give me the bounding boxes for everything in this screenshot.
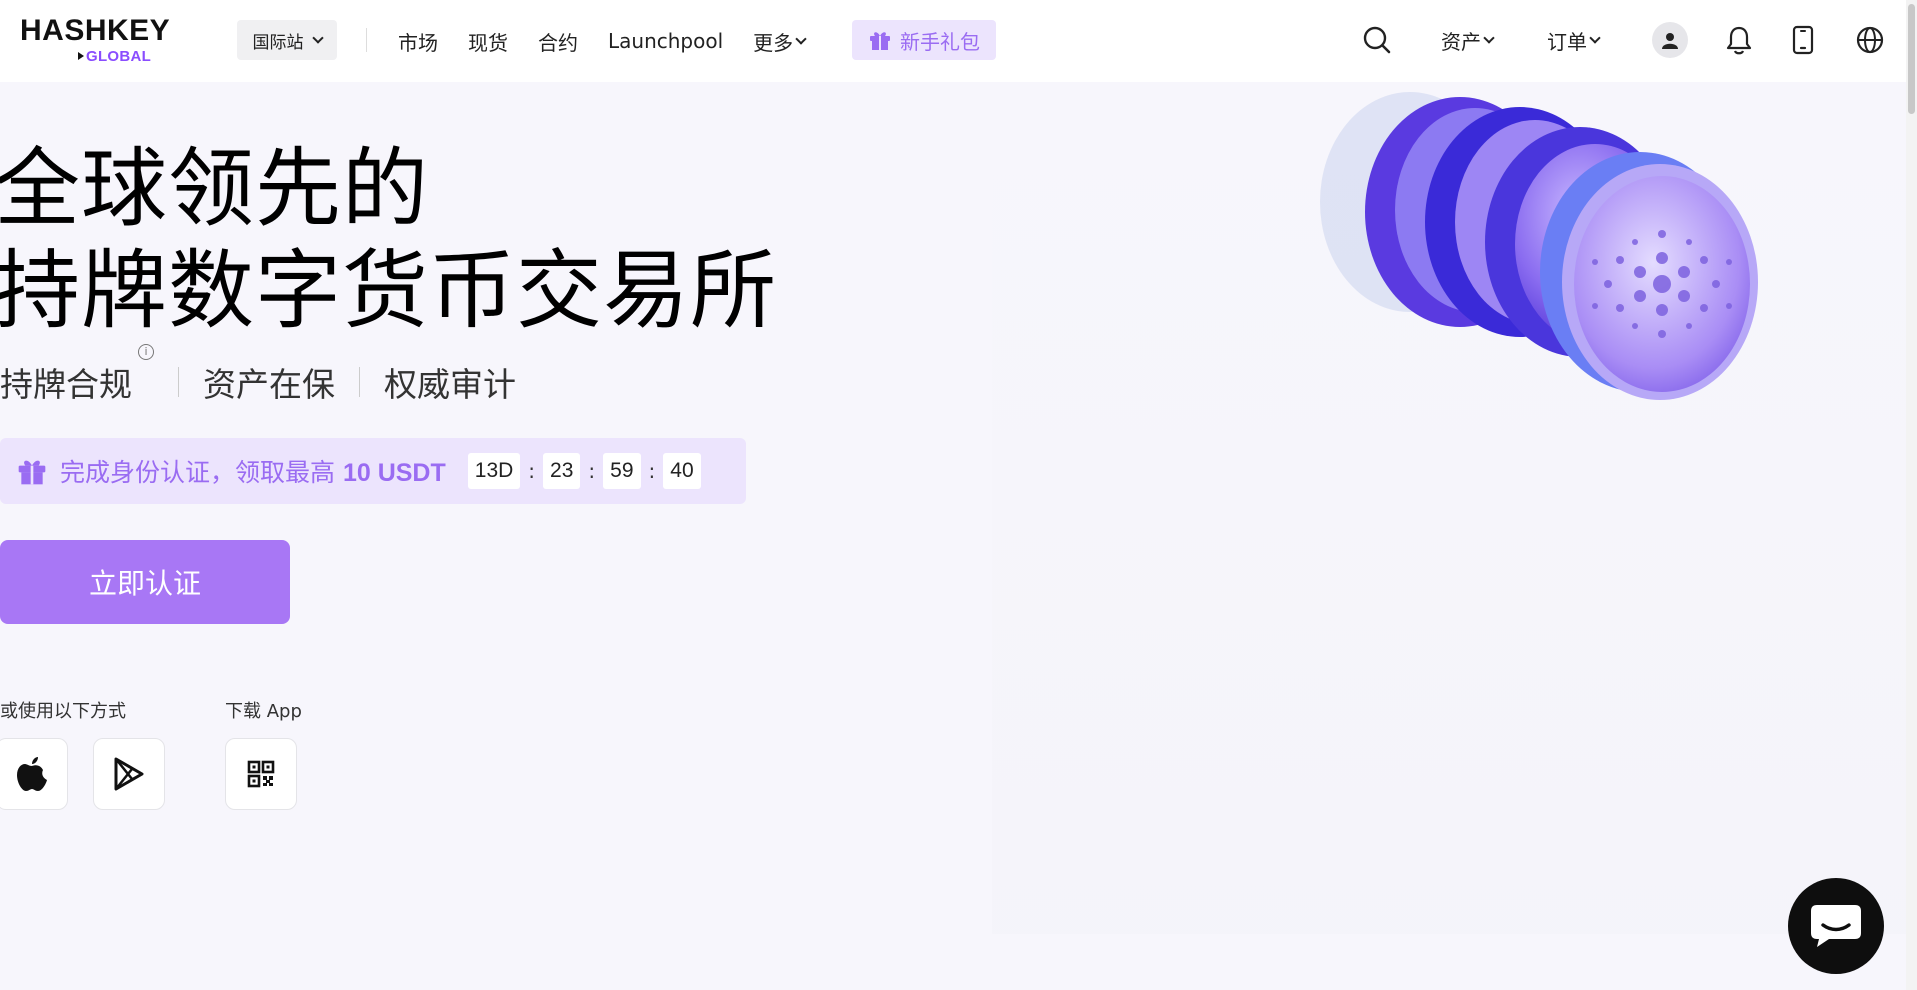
assets-menu[interactable]: 资产 — [1441, 20, 1495, 60]
timer-seconds: 40 — [663, 453, 701, 489]
language-button[interactable] — [1855, 20, 1885, 60]
main-nav: 市场 现货 合约 Launchpool 更多 — [398, 0, 835, 82]
timer-days: 13D — [467, 453, 521, 489]
chevron-down-icon — [1589, 32, 1601, 44]
support-chat-button[interactable] — [1788, 878, 1884, 974]
gift-icon — [870, 32, 890, 50]
search-button[interactable] — [1362, 20, 1392, 60]
nav-more-label: 更多 — [753, 30, 794, 55]
google-play-signin-button[interactable] — [93, 738, 165, 810]
download-app-label: 下载 App — [225, 701, 302, 722]
hero-title: 全球领先的 持牌数字货币交易所 — [0, 138, 777, 342]
feature-divider — [178, 367, 179, 397]
feature-assets-protected: 资产在保 — [203, 365, 335, 404]
nav-item-more[interactable]: 更多 — [753, 27, 807, 56]
nav-item-spot[interactable]: 现货 — [468, 27, 508, 56]
assets-menu-label: 资产 — [1441, 29, 1481, 54]
scrollbar-thumb[interactable] — [1908, 4, 1915, 114]
timer-colon: : — [588, 459, 596, 483]
promo-amount: 10 USDT — [342, 459, 446, 487]
gift-button-label: 新手礼包 — [900, 29, 980, 54]
info-icon[interactable]: i — [138, 344, 154, 360]
feature-list: 持牌合规 i 资产在保 权威审计 — [0, 344, 516, 406]
logo-main-text: HASHKEY — [20, 14, 171, 47]
hashkey-logo[interactable]: HASHKEY GLOBAL — [20, 14, 180, 66]
kyc-promo-banner: 完成身份认证，领取最高 10 USDT 13D : 23 : 59 : 40 — [0, 438, 746, 504]
promo-text: 完成身份认证，领取最高 10 USDT — [60, 453, 446, 489]
hero-title-line1: 全球领先的 — [0, 139, 429, 239]
feature-audited: 权威审计 — [384, 365, 516, 404]
chevron-down-icon — [1483, 32, 1495, 44]
timer-colon: : — [528, 459, 536, 483]
nav-divider — [366, 28, 367, 52]
globe-icon — [1856, 26, 1884, 54]
orders-menu[interactable]: 订单 — [1547, 20, 1601, 60]
apple-icon — [17, 757, 47, 791]
chevron-down-icon — [795, 33, 807, 45]
qr-code-icon — [247, 760, 275, 788]
download-app-qr-button[interactable] — [225, 738, 297, 810]
mobile-app-button[interactable] — [1792, 20, 1814, 60]
notifications-button[interactable] — [1725, 20, 1753, 60]
newbie-gift-button[interactable]: 新手礼包 — [852, 20, 996, 60]
feature-divider — [359, 367, 360, 397]
feature-licensed: 持牌合规 i — [0, 344, 154, 406]
logo-sub-text: GLOBAL — [77, 48, 152, 65]
chat-icon — [1811, 905, 1861, 947]
top-header: HASHKEY GLOBAL 国际站 市场 现货 合约 Launchpool 更… — [0, 0, 1906, 82]
bell-icon — [1726, 26, 1752, 55]
gift-icon — [18, 460, 46, 485]
nav-item-futures[interactable]: 合约 — [538, 27, 578, 56]
avatar — [1652, 22, 1688, 58]
hero-title-line2: 持牌数字货币交易所 — [0, 241, 777, 341]
site-select-label: 国际站 — [252, 32, 304, 53]
nav-item-launchpool[interactable]: Launchpool — [608, 29, 723, 53]
timer-colon: : — [648, 459, 656, 483]
feature-licensed-label: 持牌合规 — [0, 365, 132, 404]
apple-signin-button[interactable] — [0, 738, 68, 810]
orders-menu-label: 订单 — [1547, 29, 1587, 54]
site-select-dropdown[interactable]: 国际站 — [237, 20, 337, 60]
phone-icon — [1792, 25, 1814, 55]
timer-hours: 23 — [543, 453, 581, 489]
signup-other-label: 或使用以下方式 — [0, 701, 126, 722]
promo-text-prefix: 完成身份认证，领取最高 — [60, 458, 343, 487]
nav-item-market[interactable]: 市场 — [398, 27, 438, 56]
page-scrollbar[interactable] — [1906, 0, 1917, 990]
timer-minutes: 59 — [603, 453, 641, 489]
countdown-timer: 13D : 23 : 59 : 40 — [467, 453, 701, 489]
user-icon — [1662, 33, 1678, 49]
search-icon — [1363, 26, 1391, 54]
user-avatar[interactable] — [1652, 20, 1688, 60]
google-play-icon — [114, 757, 144, 791]
coin-stack-illustration — [1320, 92, 1758, 400]
verify-now-button[interactable]: 立即认证 — [0, 540, 290, 624]
chevron-down-icon — [311, 32, 324, 44]
